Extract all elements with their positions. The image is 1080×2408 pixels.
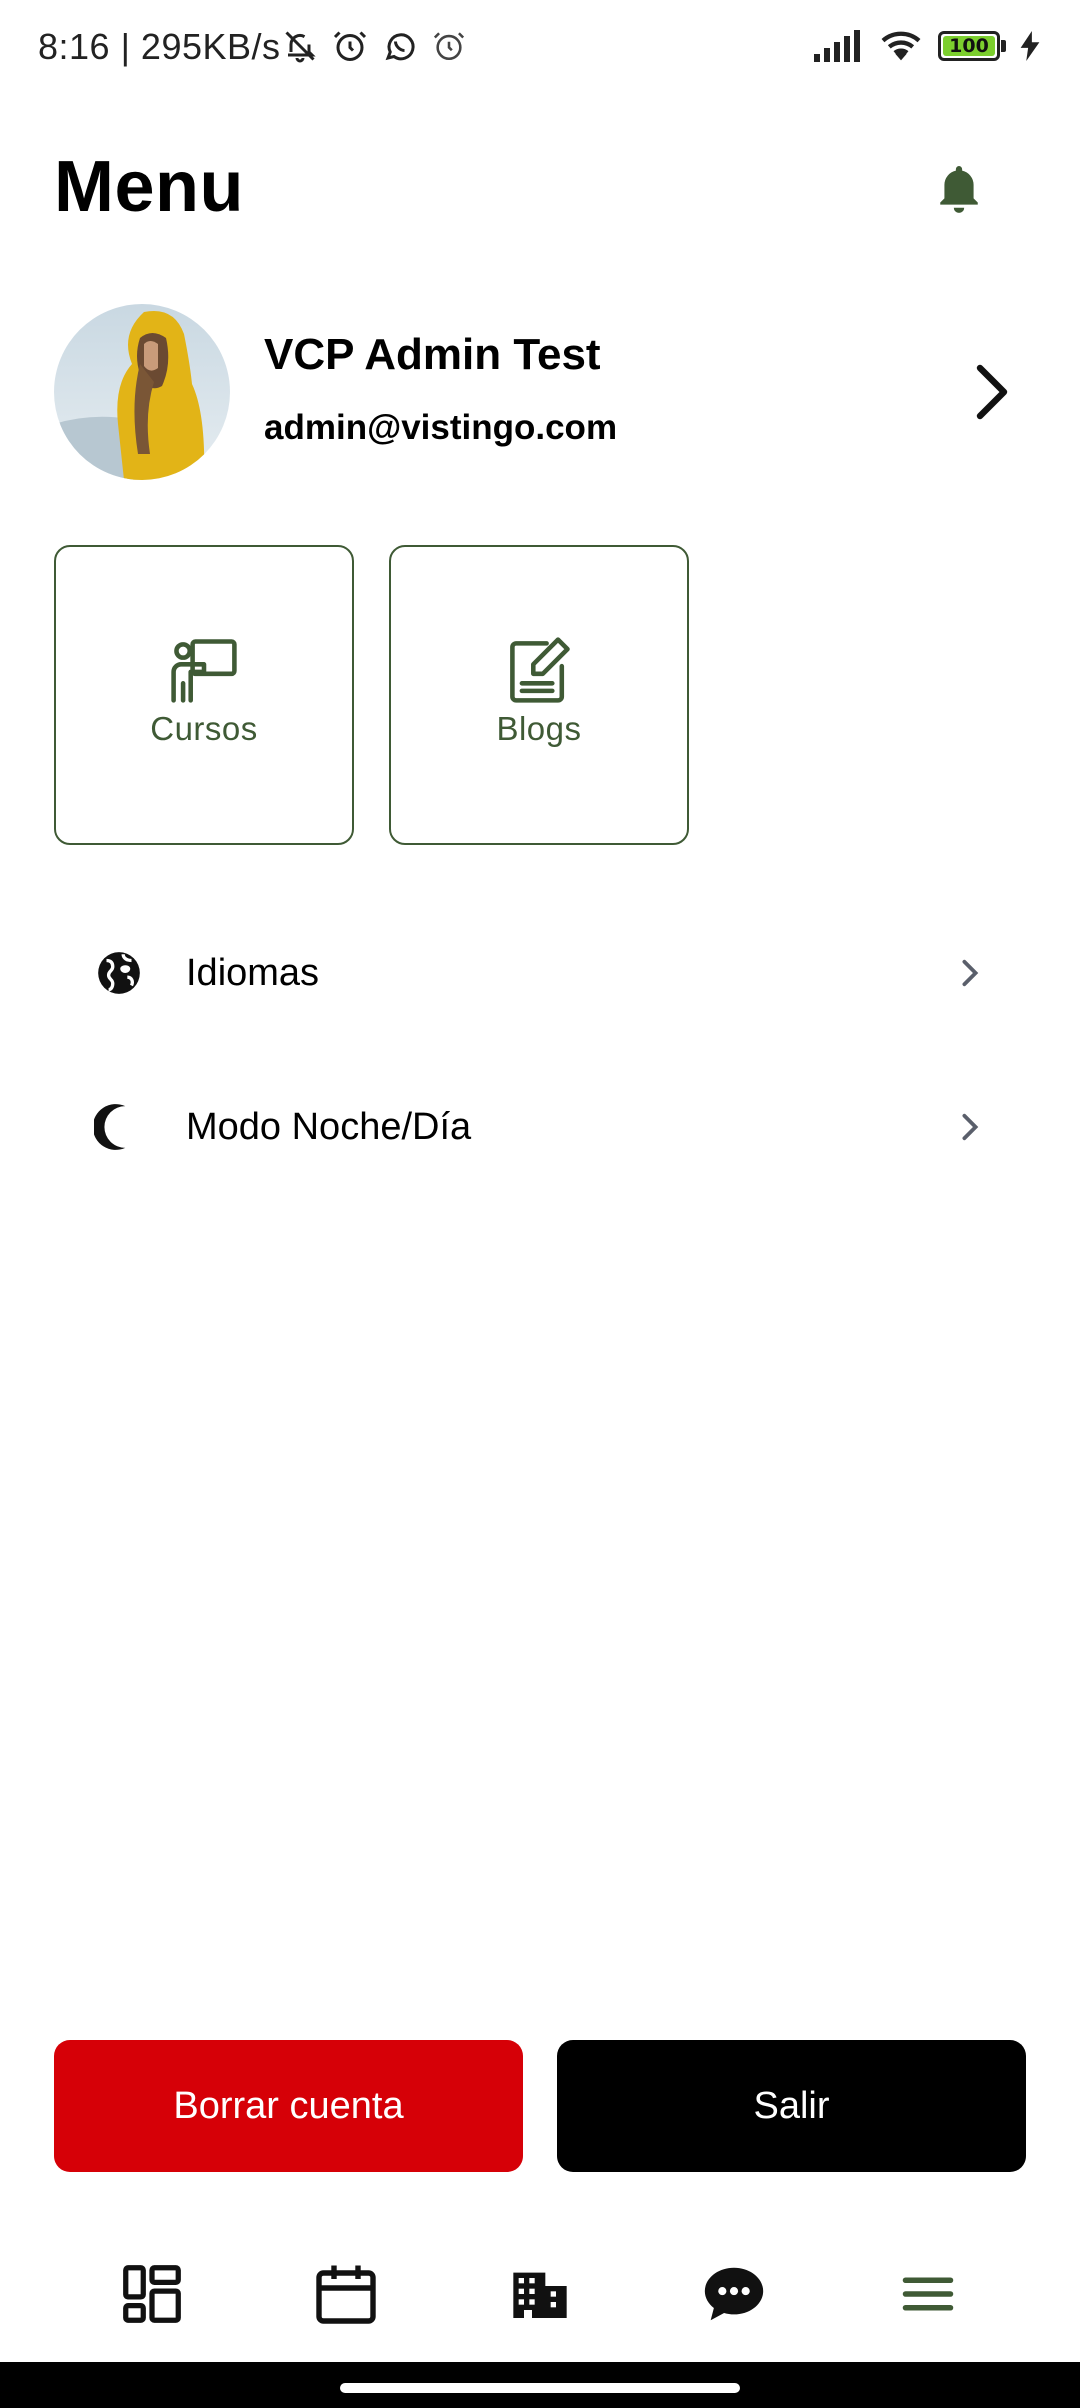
settings-item-label: Idiomas <box>186 951 320 994</box>
nav-item-chat[interactable] <box>694 2254 774 2334</box>
moon-icon <box>94 1104 126 1150</box>
whatsapp-icon <box>385 33 415 61</box>
alarm-outline-icon <box>433 32 465 61</box>
chevron-right-icon <box>976 364 1008 420</box>
building-icon <box>513 2272 567 2318</box>
signal-icon <box>814 30 860 62</box>
chevron-right-icon <box>962 1113 979 1141</box>
bell-off-icon <box>285 31 316 63</box>
delete-account-button[interactable]: Borrar cuenta <box>54 2040 523 2172</box>
tile-blogs[interactable]: Blogs <box>389 545 689 845</box>
page-title: Menu <box>54 147 244 227</box>
profile-name: VCP Admin Test <box>264 330 601 379</box>
wifi-icon <box>881 31 921 61</box>
tile-cursos[interactable]: Cursos <box>54 545 354 845</box>
battery-icon: 100 <box>938 31 1000 61</box>
profile-email: admin@vistingo.com <box>264 408 618 447</box>
menu-icon <box>902 2277 954 2311</box>
tile-label: Cursos <box>150 710 258 747</box>
avatar[interactable] <box>54 304 230 480</box>
teacher-board-icon <box>171 639 237 703</box>
settings-item-idiomas[interactable]: Idiomas <box>54 918 1026 1028</box>
status-time-speed: 8:16 | 295KB/s <box>38 26 281 67</box>
calendar-icon <box>316 2265 376 2324</box>
nav-item-menu[interactable] <box>888 2254 968 2334</box>
home-indicator[interactable] <box>340 2383 740 2393</box>
profile-detail-button[interactable] <box>972 362 1012 422</box>
settings-item-label: Modo Noche/Día <box>186 1105 472 1148</box>
status-system-icons: 100 <box>814 28 1040 64</box>
tile-label: Blogs <box>496 710 582 747</box>
notifications-button[interactable] <box>934 162 984 218</box>
chevron-right-icon <box>962 959 979 987</box>
status-bar: 8:16 | 295KB/s 100 <box>0 0 1080 100</box>
charging-bolt-icon <box>1020 31 1040 61</box>
status-notification-icons <box>282 28 466 64</box>
dashboard-icon <box>123 2265 181 2323</box>
bottom-navigation <box>0 2220 1080 2356</box>
alarm-icon <box>333 31 367 61</box>
nav-item-buildings[interactable] <box>500 2254 580 2334</box>
edit-note-icon <box>510 637 570 703</box>
nav-item-calendar[interactable] <box>306 2254 386 2334</box>
battery-level: 100 <box>949 35 989 57</box>
nav-item-dashboard[interactable] <box>112 2254 192 2334</box>
logout-button[interactable]: Salir <box>557 2040 1026 2172</box>
settings-item-night-mode[interactable]: Modo Noche/Día <box>54 1072 1026 1182</box>
chat-icon <box>704 2267 764 2321</box>
globe-icon <box>98 952 140 994</box>
bell-icon <box>940 166 978 213</box>
